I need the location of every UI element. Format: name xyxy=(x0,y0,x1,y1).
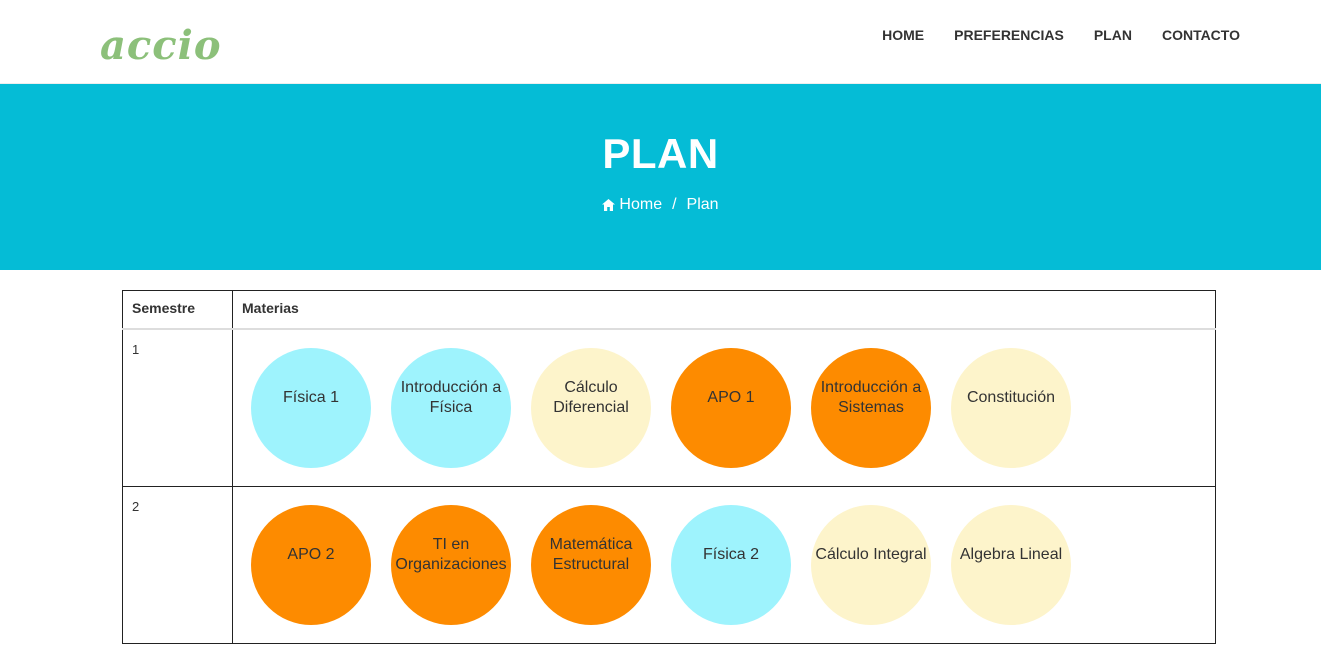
header-materias: Materias xyxy=(232,290,1216,330)
materia-label: Introducción a Sistemas xyxy=(820,378,922,416)
materias-list: Física 1 Introducción a Física Cálculo Dif… xyxy=(251,347,1215,468)
plan-table: Semestre Materias 1 Física 1 Introducción … xyxy=(122,290,1216,644)
materia-circle[interactable]: Algebra Lineal xyxy=(951,504,1071,625)
materia-circle[interactable]: Introducción a Física xyxy=(391,347,511,468)
materia-circle[interactable]: Constitución xyxy=(951,347,1071,468)
header-semestre: Semestre xyxy=(122,290,233,330)
materia-label: Matemática Estructural xyxy=(549,535,633,573)
page-title: PLAN xyxy=(602,130,719,177)
main-nav: HOME PREFERENCIAS PLAN CONTACTO xyxy=(867,27,1240,43)
materias-list: APO 2 TI en Organizaciones Matemática Estr… xyxy=(251,504,1215,625)
navbar: accio HOME PREFERENCIAS PLAN CONTACTO xyxy=(0,0,1321,84)
materia-label: Física 1 xyxy=(282,388,339,406)
semestre-cell: 2 xyxy=(122,485,233,644)
home-icon xyxy=(602,199,616,211)
materia-circle[interactable]: Física 2 xyxy=(671,504,791,625)
materia-circle[interactable]: TI en Organizaciones xyxy=(391,504,511,625)
materia-label: Cálculo Integral xyxy=(815,545,927,563)
breadcrumb-home-link[interactable]: Home xyxy=(619,196,662,214)
materia-circle[interactable]: Cálculo Integral xyxy=(811,504,931,625)
nav-plan-link[interactable]: PLAN xyxy=(1079,27,1147,43)
materia-circle[interactable]: APO 2 xyxy=(251,504,371,625)
materia-label: Constitución xyxy=(966,388,1056,406)
semestre-cell: 1 xyxy=(122,328,233,487)
materia-circle[interactable]: Matemática Estructural xyxy=(531,504,651,625)
materia-circle[interactable]: Cálculo Diferencial xyxy=(531,347,651,468)
breadcrumb-separator: / xyxy=(672,196,677,213)
materia-circle[interactable]: Introducción a Sistemas xyxy=(811,347,931,468)
materia-label: APO 2 xyxy=(287,545,335,563)
table-row: 2 APO 2 TI en Organizaciones Matemática Est… xyxy=(122,485,1216,644)
materia-label: TI en Organizaciones xyxy=(395,535,507,573)
table-row: 1 Física 1 Introducción a Física Cálculo Di… xyxy=(122,328,1216,487)
breadcrumb: Home / Plan xyxy=(0,196,1321,214)
materia-label: APO 1 xyxy=(707,388,755,406)
materia-label: Cálculo Diferencial xyxy=(553,378,629,416)
breadcrumb-current: Plan xyxy=(686,196,719,213)
page-hero: PLAN Home / Plan xyxy=(0,84,1321,270)
nav-preferencias-link[interactable]: PREFERENCIAS xyxy=(939,27,1079,43)
table-header-row: Semestre Materias xyxy=(122,290,1216,330)
materias-cell: APO 2 TI en Organizaciones Matemática Estr… xyxy=(232,485,1216,644)
materia-circle[interactable]: Física 1 xyxy=(251,347,371,468)
materia-label: Introducción a Física xyxy=(400,378,502,416)
nav-contacto-link[interactable]: CONTACTO xyxy=(1147,27,1240,43)
materia-label: Algebra Lineal xyxy=(959,545,1063,563)
logo[interactable]: accio xyxy=(100,22,222,69)
nav-home-link[interactable]: HOME xyxy=(867,27,939,43)
materia-circle[interactable]: APO 1 xyxy=(671,347,791,468)
materia-label: Física 2 xyxy=(702,545,759,563)
materias-cell: Física 1 Introducción a Física Cálculo Dif… xyxy=(232,328,1216,487)
